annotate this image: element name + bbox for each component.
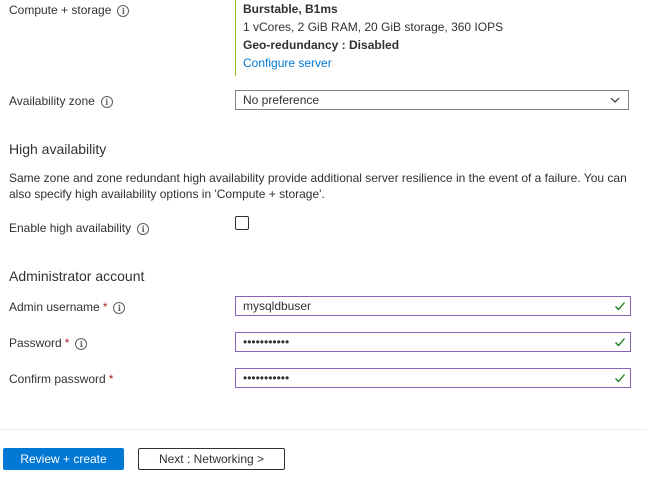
required-mark: * bbox=[108, 372, 114, 386]
required-mark: * bbox=[64, 336, 70, 350]
enable-ha-label-text: Enable high availability bbox=[9, 221, 132, 235]
availability-zone-label: Availability zone i bbox=[9, 94, 113, 108]
compute-summary: Burstable, B1ms 1 vCores, 2 GiB RAM, 20 … bbox=[235, 0, 503, 76]
confirm-password-input[interactable]: ••••••••••• bbox=[235, 368, 631, 388]
info-icon[interactable]: i bbox=[75, 338, 88, 350]
compute-storage-label: Compute + storage i bbox=[9, 3, 130, 17]
availability-zone-dropdown[interactable]: No preference bbox=[235, 90, 629, 110]
compute-storage-label-text: Compute + storage bbox=[9, 3, 112, 17]
review-create-button[interactable]: Review + create bbox=[3, 448, 124, 470]
availability-zone-value: No preference bbox=[243, 93, 320, 107]
admin-username-value: mysqldbuser bbox=[243, 299, 312, 313]
compute-specs: 1 vCores, 2 GiB RAM, 20 GiB storage, 360… bbox=[243, 20, 504, 34]
next-networking-button[interactable]: Next : Networking > bbox=[138, 448, 285, 470]
admin-username-label-text: Admin username bbox=[9, 300, 100, 314]
confirm-password-label-text: Confirm password bbox=[9, 372, 106, 386]
configure-server-link[interactable]: Configure server bbox=[243, 54, 503, 72]
password-input[interactable]: ••••••••••• bbox=[235, 332, 631, 352]
info-icon[interactable]: i bbox=[100, 96, 113, 108]
availability-zone-label-text: Availability zone bbox=[9, 94, 95, 108]
password-value: ••••••••••• bbox=[243, 335, 290, 349]
admin-username-input[interactable]: mysqldbuser bbox=[235, 296, 631, 316]
checkmark-icon bbox=[615, 374, 625, 383]
confirm-password-value: ••••••••••• bbox=[243, 371, 290, 385]
compute-tier: Burstable, B1ms bbox=[243, 2, 338, 16]
enable-ha-label: Enable high availability i bbox=[9, 221, 150, 235]
info-icon[interactable]: i bbox=[113, 302, 126, 314]
enable-ha-checkbox[interactable] bbox=[235, 216, 249, 230]
checkmark-icon bbox=[615, 338, 625, 347]
password-label: Password * i bbox=[9, 336, 88, 350]
high-availability-heading: High availability bbox=[9, 141, 107, 157]
confirm-password-label: Confirm password * bbox=[9, 372, 113, 386]
footer-divider bbox=[0, 429, 647, 430]
required-mark: * bbox=[102, 300, 108, 314]
chevron-down-icon bbox=[610, 97, 620, 103]
geo-redundancy-status: Geo-redundancy : Disabled bbox=[243, 38, 400, 52]
admin-username-label: Admin username * i bbox=[9, 300, 126, 314]
password-label-text: Password bbox=[9, 336, 62, 350]
high-availability-description: Same zone and zone redundant high availa… bbox=[9, 171, 627, 201]
checkmark-icon bbox=[615, 302, 625, 311]
administrator-account-heading: Administrator account bbox=[9, 268, 145, 284]
info-icon[interactable]: i bbox=[137, 223, 150, 235]
info-icon[interactable]: i bbox=[117, 5, 130, 17]
